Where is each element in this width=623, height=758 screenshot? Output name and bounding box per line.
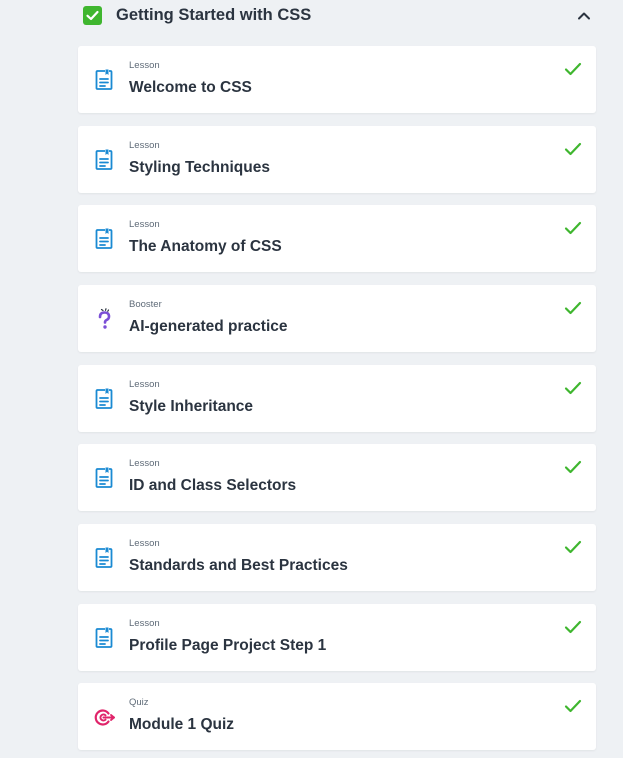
lesson-document-icon [94,227,114,251]
booster-question-icon [94,307,114,331]
module-complete-checkbox-icon [83,6,102,25]
checkmark-icon [564,220,582,236]
module-header[interactable]: Getting Started with CSS [78,0,596,32]
module-section: Getting Started with CSS Lesson Welcome … [78,0,596,750]
checkmark-icon [564,141,582,157]
item-title: AI-generated practice [129,318,288,335]
lesson-item-standards-best-practices[interactable]: Lesson Standards and Best Practices [78,524,596,591]
module-title: Getting Started with CSS [116,6,312,24]
lesson-document-icon [94,546,114,570]
checkmark-icon [564,61,582,77]
lesson-item-id-class-selectors[interactable]: Lesson ID and Class Selectors [78,444,596,511]
checkmark-icon [564,698,582,714]
item-type-label: Booster [129,299,162,310]
checkmark-icon [564,619,582,635]
item-title: Standards and Best Practices [129,557,348,574]
checkmark-icon [564,380,582,396]
checkmark-icon [564,539,582,555]
lesson-document-icon [94,68,114,92]
item-title: Style Inheritance [129,398,254,415]
lesson-item-style-inheritance[interactable]: Lesson Style Inheritance [78,365,596,432]
item-type-label: Lesson [129,140,160,151]
item-title: Profile Page Project Step 1 [129,637,327,654]
item-type-label: Lesson [129,60,160,71]
lesson-document-icon [94,626,114,650]
quiz-target-icon [94,705,115,729]
item-type-label: Lesson [129,458,160,469]
item-title: Module 1 Quiz [129,716,235,733]
checkmark-icon [564,300,582,316]
lesson-item-welcome-to-css[interactable]: Lesson Welcome to CSS [78,46,596,113]
lesson-item-anatomy-of-css[interactable]: Lesson The Anatomy of CSS [78,205,596,272]
lesson-item-styling-techniques[interactable]: Lesson Styling Techniques [78,126,596,193]
chevron-up-icon[interactable] [576,8,592,24]
item-title: Styling Techniques [129,159,270,176]
lesson-document-icon [94,466,114,490]
item-title: The Anatomy of CSS [129,238,282,255]
quiz-item-module-1[interactable]: Quiz Module 1 Quiz [78,683,596,750]
item-type-label: Lesson [129,618,160,629]
item-type-label: Quiz [129,697,149,708]
item-type-label: Lesson [129,379,160,390]
item-title: Welcome to CSS [129,79,252,96]
item-type-label: Lesson [129,219,160,230]
item-type-label: Lesson [129,538,160,549]
lesson-document-icon [94,148,114,172]
lesson-item-profile-page-project[interactable]: Lesson Profile Page Project Step 1 [78,604,596,671]
checkmark-icon [564,459,582,475]
item-title: ID and Class Selectors [129,477,297,494]
booster-item-ai-practice[interactable]: Booster AI-generated practice [78,285,596,352]
lesson-document-icon [94,387,114,411]
